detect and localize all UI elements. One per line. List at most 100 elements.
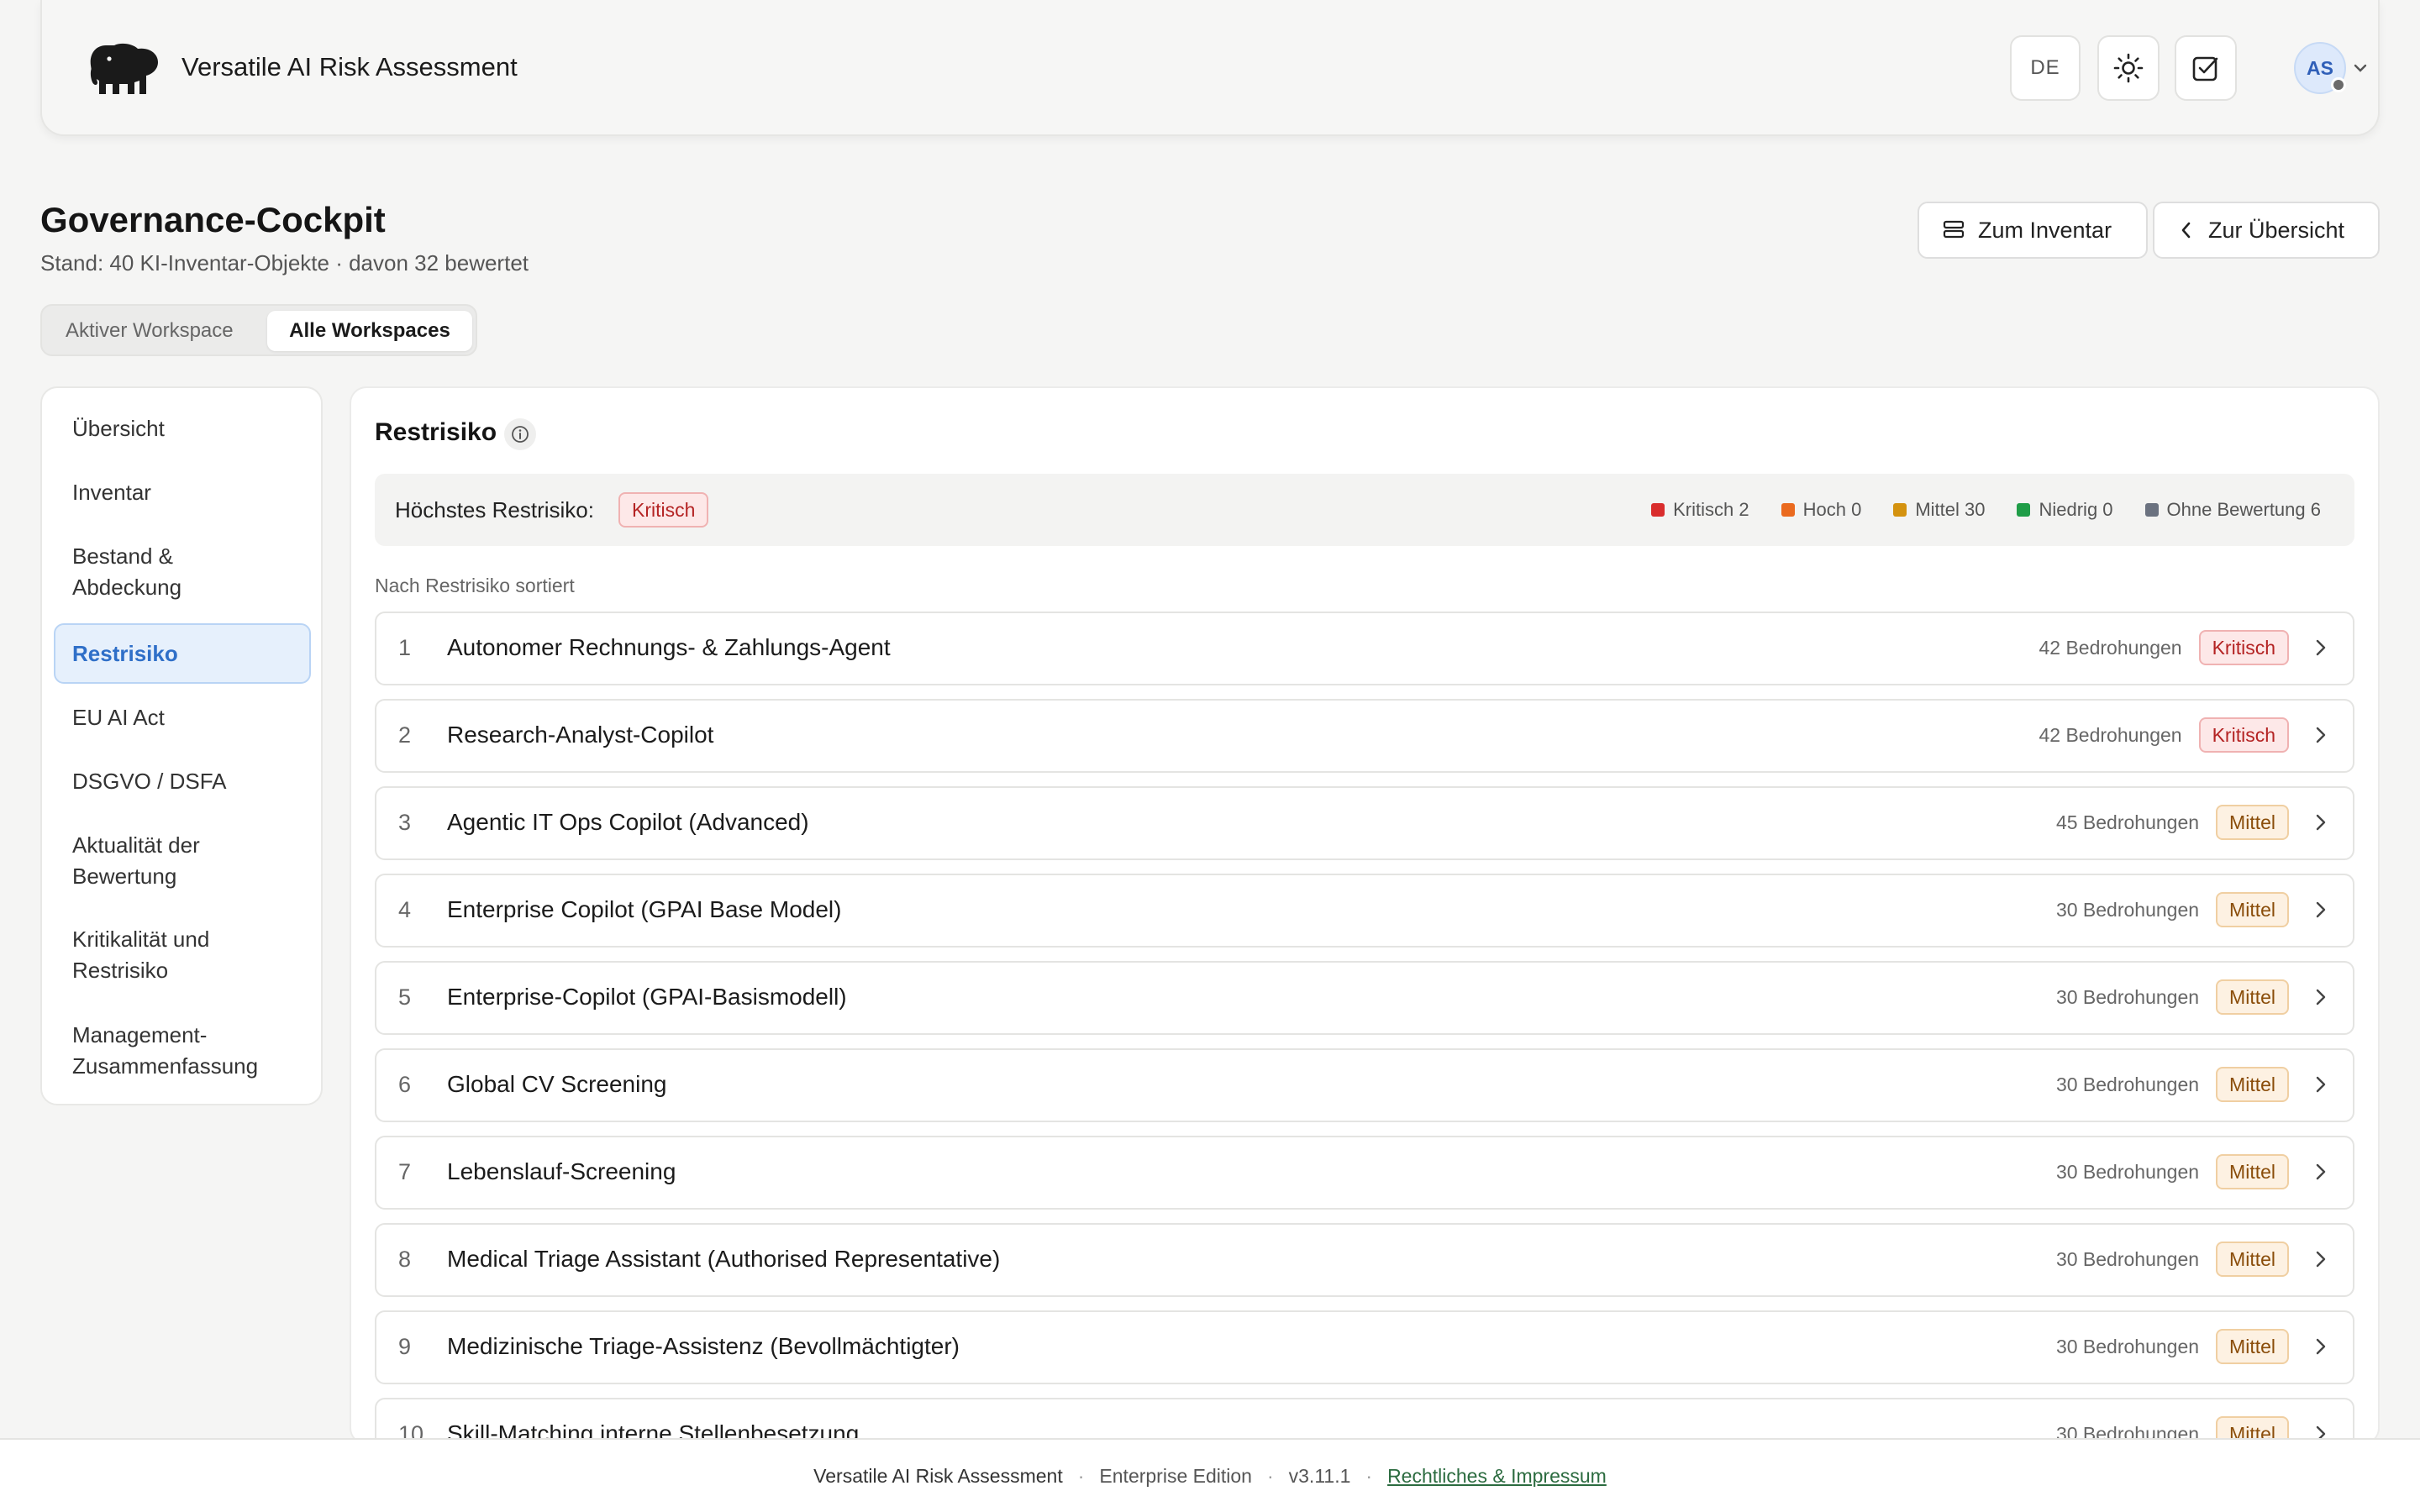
sidebar-item-eu-ai-act[interactable]: EU AI Act [72, 702, 165, 733]
legend-swatch [2144, 503, 2159, 517]
chevron-right-icon[interactable] [2309, 724, 2333, 746]
legend-item: Hoch 0 [1781, 499, 1861, 521]
footer-edition: Enterprise Edition [1099, 1464, 1252, 1487]
page-title: Governance-Cockpit [40, 200, 386, 239]
risk-badge: Mittel [2216, 1154, 2289, 1189]
sidebar-item-freshness[interactable]: Aktualität der Bewertung [72, 830, 257, 892]
page-subtitle: Stand: 40 KI-Inventar-Objekte · davon 32… [40, 250, 529, 276]
to-overview-label: Zur Übersicht [2208, 217, 2345, 243]
row-name: Lebenslauf-Screening [447, 1158, 676, 1184]
sidebar-item-coverage[interactable]: Bestand & Abdeckung [72, 541, 240, 603]
language-button[interactable]: DE [2010, 35, 2081, 101]
sort-label: Nach Restrisiko sortiert [375, 575, 575, 596]
risk-badge: Mittel [2216, 979, 2289, 1015]
row-name: Autonomer Rechnungs- & Zahlungs-Agent [447, 634, 891, 660]
footer-separator: · [1266, 1464, 1274, 1487]
row-name: Research-Analyst-Copilot [447, 722, 714, 748]
theme-toggle-button[interactable] [2097, 35, 2160, 101]
row-meta: 42 Bedrohungen Kritisch [2039, 630, 2333, 665]
chevron-right-icon[interactable] [2309, 899, 2333, 921]
legend-label: Niedrig 0 [2039, 499, 2113, 520]
footer: Versatile AI Risk Assessment · Enterpris… [0, 1438, 2420, 1512]
row-rank: 4 [398, 897, 412, 922]
legal-link[interactable]: Rechtliches & Impressum [1387, 1465, 1607, 1488]
tasks-button[interactable] [2175, 35, 2237, 101]
table-row[interactable]: 5 Enterprise-Copilot (GPAI-Basismodell) 30… [375, 961, 2354, 1035]
row-meta: 30 Bedrohungen Mittel [2056, 1067, 2333, 1102]
sidebar-item-management-summary[interactable]: Management-Zusammenfassung [72, 1020, 291, 1082]
footer-product: Versatile AI Risk Assessment [813, 1464, 1063, 1487]
chevron-right-icon[interactable] [2309, 1161, 2333, 1183]
row-rank: 2 [398, 722, 412, 748]
info-icon[interactable] [504, 418, 536, 450]
chevron-down-icon[interactable] [2353, 60, 2368, 76]
row-meta: 30 Bedrohungen Mittel [2056, 892, 2333, 927]
row-rank: 3 [398, 810, 412, 835]
table-row[interactable]: 7 Lebenslauf-Screening 30 Bedrohungen Mitte… [375, 1136, 2354, 1210]
risk-badge: Mittel [2216, 1242, 2289, 1277]
highest-risk-badge: Kritisch [618, 492, 709, 528]
table-row[interactable]: 3 Agentic IT Ops Copilot (Advanced) 45 Bed… [375, 786, 2354, 860]
risk-badge: Mittel [2216, 1329, 2289, 1364]
risk-badge: Mittel [2216, 892, 2289, 927]
risk-legend: Kritisch 2 Hoch 0 Mittel 30 Niedrig 0 Ohne B… [1651, 499, 2321, 521]
row-rank: 9 [398, 1334, 412, 1359]
chevron-right-icon[interactable] [2309, 986, 2333, 1008]
threat-count: 45 Bedrohungen [2055, 811, 2200, 833]
checklist-icon [2192, 56, 2218, 81]
row-rank: 6 [398, 1072, 412, 1097]
table-row[interactable]: 4 Enterprise Copilot (GPAI Base Model) 30 … [375, 874, 2354, 948]
chevron-right-icon[interactable] [2309, 811, 2333, 833]
chevron-right-icon[interactable] [2309, 1336, 2333, 1357]
threat-count: 42 Bedrohungen [2039, 723, 2182, 746]
row-rank: 7 [398, 1159, 412, 1184]
sun-icon [2113, 53, 2144, 83]
legend-item: Niedrig 0 [2017, 499, 2113, 521]
threat-count: 30 Bedrohungen [2055, 898, 2200, 921]
elephant-logo-icon[interactable] [87, 40, 160, 97]
threat-count: 30 Bedrohungen [2055, 1335, 2200, 1357]
row-name: Agentic IT Ops Copilot (Advanced) [447, 809, 809, 835]
row-meta: 30 Bedrohungen Mittel [2056, 1154, 2333, 1189]
row-name: Enterprise-Copilot (GPAI-Basismodell) [447, 984, 847, 1010]
risk-badge: Mittel [2216, 1067, 2289, 1102]
sidebar-item-dsgvo[interactable]: DSGVO / DSFA [72, 766, 227, 797]
row-name: Medizinische Triage-Assistenz (Bevollmäc… [447, 1333, 960, 1359]
app-title: Versatile AI Risk Assessment [182, 52, 518, 81]
table-row[interactable]: 8 Medical Triage Assistant (Authorised Re… [375, 1223, 2354, 1297]
list-icon [1943, 220, 1965, 239]
sidebar: Übersicht Inventar Bestand & Abdeckung R… [40, 386, 323, 1105]
threat-count: 30 Bedrohungen [2055, 1160, 2200, 1183]
legend-swatch [1781, 503, 1795, 517]
legend-item: Mittel 30 [1893, 499, 1985, 521]
row-name: Medical Triage Assistant (Authorised Rep… [447, 1246, 1001, 1272]
row-meta: 42 Bedrohungen Kritisch [2039, 717, 2333, 753]
chevron-left-icon [2181, 222, 2191, 239]
legend-label: Kritisch 2 [1673, 499, 1749, 520]
to-inventory-button[interactable]: Zum Inventar [1918, 202, 2148, 259]
active-workspace-tab[interactable]: Aktiver Workspace [66, 319, 234, 343]
workspace-segmented-control: Aktiver Workspace Alle Workspaces [40, 304, 477, 356]
chevron-right-icon[interactable] [2309, 1248, 2333, 1270]
row-rank: 1 [398, 635, 412, 660]
sidebar-item-criticality[interactable]: Kritikalität und Restrisiko [72, 924, 257, 986]
table-row[interactable]: 2 Research-Analyst-Copilot 42 Bedrohungen K… [375, 699, 2354, 773]
to-overview-button[interactable]: Zur Übersicht [2153, 202, 2380, 259]
highest-risk-label: Höchstes Restrisiko: [395, 497, 594, 522]
chevron-right-icon[interactable] [2309, 637, 2333, 659]
risk-summary-bar: Höchstes Restrisiko: Kritisch Kritisch 2… [375, 474, 2354, 546]
threat-count: 42 Bedrohungen [2039, 636, 2182, 659]
table-row[interactable]: 9 Medizinische Triage-Assistenz (Bevollmä… [375, 1310, 2354, 1384]
sidebar-item-inventory[interactable]: Inventar [72, 477, 151, 508]
legend-item: Kritisch 2 [1651, 499, 1749, 521]
row-meta: 30 Bedrohungen Mittel [2056, 1242, 2333, 1277]
all-workspaces-tab[interactable]: Alle Workspaces [267, 311, 472, 351]
status-dot [2331, 77, 2346, 92]
chevron-right-icon[interactable] [2309, 1074, 2333, 1095]
sidebar-item-residual-risk[interactable]: Restrisiko [72, 638, 178, 669]
sidebar-item-overview[interactable]: Übersicht [72, 413, 165, 444]
table-row[interactable]: 1 Autonomer Rechnungs- & Zahlungs-Agent 42… [375, 612, 2354, 685]
legend-item: Ohne Bewertung 6 [2144, 499, 2321, 521]
footer-version: v3.11.1 [1288, 1464, 1351, 1487]
table-row[interactable]: 6 Global CV Screening 30 Bedrohungen Mittel [375, 1048, 2354, 1122]
